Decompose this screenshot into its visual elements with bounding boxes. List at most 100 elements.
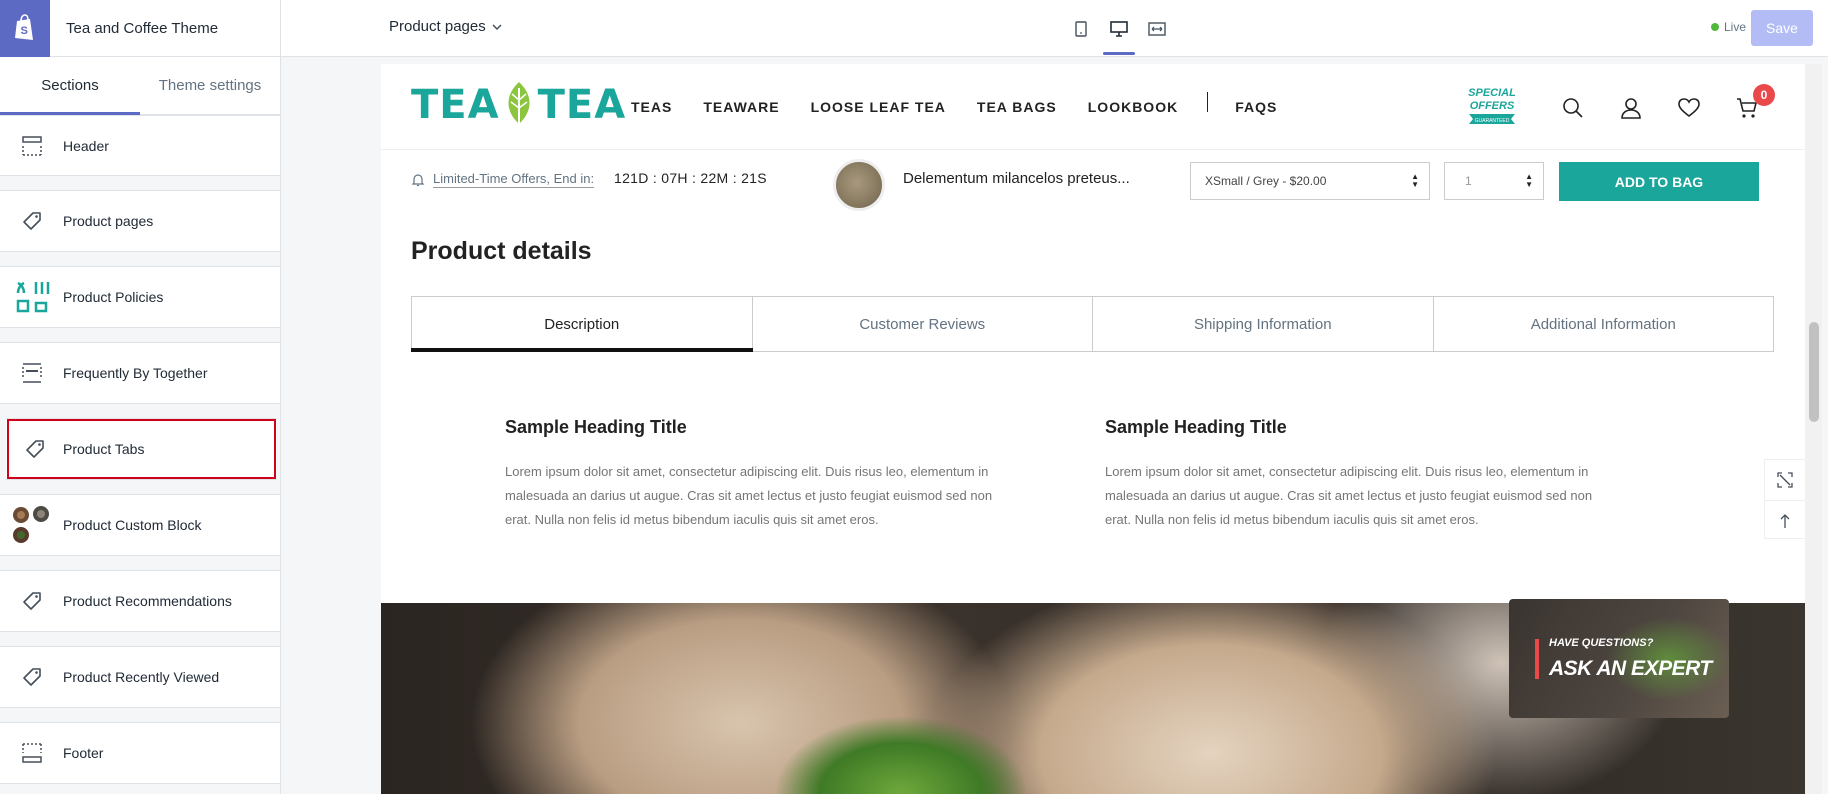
leaf-icon (508, 82, 530, 126)
desktop-view-button[interactable] (1103, 0, 1135, 57)
offer-text: Limited-Time Offers, End in: (433, 171, 595, 188)
product-details-title: Product details (411, 237, 592, 265)
expert-cta: ASK AN EXPERT (1549, 657, 1712, 680)
theme-name: Tea and Coffee Theme (66, 19, 219, 37)
sticky-product-name: Delementum milancelos preteus... (903, 170, 1130, 187)
tab-theme-settings[interactable]: Theme settings (140, 57, 280, 114)
cart-icon[interactable]: 0 (1733, 84, 1775, 122)
accent-bar (1535, 639, 1539, 679)
logo-text-left: TEA (411, 82, 500, 128)
nav-link-teaware[interactable]: TEAWARE (703, 99, 779, 115)
wishlist-heart-icon[interactable] (1675, 94, 1703, 122)
live-label: Live (1724, 20, 1747, 34)
footer-layout-icon (0, 743, 63, 763)
bell-icon (411, 173, 425, 186)
tag-icon (0, 667, 63, 687)
nav-link-loose-leaf-tea[interactable]: LOOSE LEAF TEA (811, 99, 946, 115)
section-item-header[interactable]: Header (0, 115, 280, 176)
editor-topbar: Product pages Live Save (281, 0, 1828, 57)
nav-link-tea-bags[interactable]: TEA BAGS (977, 99, 1057, 115)
preview-scrollbar[interactable] (1805, 64, 1822, 794)
store-preview: TEA TEA TEAS TEAWARE LOOSE LEAF TEA TEA … (381, 64, 1822, 794)
store-logo[interactable]: TEA TEA (411, 80, 626, 130)
page-select-label: Product pages (389, 18, 486, 35)
back-to-top-icon[interactable] (1765, 500, 1805, 540)
section-item-label: Product Policies (63, 289, 164, 305)
header-layout-icon (0, 135, 63, 156)
offer-notice: Limited-Time Offers, End in: (411, 171, 595, 188)
svg-text:S: S (21, 25, 28, 37)
sticky-add-to-cart-bar: Limited-Time Offers, End in: 121D : 07H … (381, 151, 1805, 211)
tab-shipping-information[interactable]: Shipping Information (1093, 297, 1434, 351)
section-item-label: Frequently By Together (63, 365, 208, 381)
save-button[interactable]: Save (1751, 10, 1813, 46)
account-icon[interactable] (1617, 94, 1645, 122)
ask-an-expert-banner[interactable]: HAVE QUESTIONS? ASK AN EXPERT (1509, 599, 1729, 718)
special-offers-badge[interactable]: SPECIAL OFFERS GUARANTEED (1463, 82, 1521, 130)
desktop-icon (1110, 20, 1128, 37)
page-select[interactable]: Product pages (389, 18, 502, 35)
tab-additional-information[interactable]: Additional Information (1434, 297, 1774, 351)
shopify-logo-icon[interactable]: S (0, 0, 50, 57)
product-thumbnail (833, 159, 885, 211)
tab-customer-reviews[interactable]: Customer Reviews (753, 297, 1093, 351)
section-item-product-tabs[interactable]: Product Tabs (6, 418, 277, 480)
floating-tools (1764, 459, 1805, 539)
editor-sidebar: S Tea and Coffee Theme Sections Theme se… (0, 0, 281, 794)
quantity-input[interactable]: 1 ▲ ▼ (1444, 162, 1544, 200)
section-item-label: Footer (63, 745, 104, 761)
nav-divider (1207, 92, 1209, 112)
policies-thumbnail-icon (0, 279, 63, 315)
section-item-label: Product Custom Block (63, 517, 202, 533)
section-item-footer[interactable]: Footer (0, 722, 280, 784)
section-item-label: Product pages (63, 213, 154, 229)
variant-select-value: XSmall / Grey - $20.00 (1205, 174, 1327, 188)
expand-icon[interactable] (1765, 460, 1805, 500)
live-status: Live (1711, 20, 1746, 34)
section-item-product-pages[interactable]: Product pages (0, 190, 280, 252)
section-layout-icon (0, 363, 63, 383)
fullwidth-view-button[interactable] (1141, 0, 1173, 57)
tab-sections[interactable]: Sections (0, 57, 140, 115)
mobile-view-button[interactable] (1065, 0, 1097, 57)
scrollbar-thumb[interactable] (1809, 322, 1819, 422)
section-item-product-recently-viewed[interactable]: Product Recently Viewed (0, 646, 280, 708)
nav-link-teas[interactable]: TEAS (631, 99, 672, 115)
special-offers-line2: OFFERS (1470, 100, 1515, 112)
add-to-bag-button[interactable]: ADD TO BAG (1559, 162, 1759, 201)
store-header: TEA TEA TEAS TEAWARE LOOSE LEAF TEA TEA … (381, 64, 1805, 150)
quantity-value: 1 (1465, 174, 1472, 188)
tag-icon (6, 439, 63, 459)
section-item-frequently-bought[interactable]: Frequently By Together (0, 342, 280, 404)
device-toggle (1065, 0, 1173, 57)
special-offers-ribbon: GUARANTEED (1475, 118, 1510, 124)
tab-description[interactable]: Description (411, 297, 753, 352)
column-body: Lorem ipsum dolor sit amet, consectetur … (505, 464, 993, 527)
section-item-product-custom-block[interactable]: Product Custom Block (0, 494, 280, 556)
tag-icon (0, 211, 63, 231)
cart-count-badge: 0 (1753, 84, 1775, 106)
search-icon[interactable] (1559, 94, 1587, 122)
section-item-label: Product Recommendations (63, 593, 232, 609)
quantity-stepper-icon[interactable]: ▲ ▼ (1525, 173, 1533, 189)
sidebar-header: S Tea and Coffee Theme (0, 0, 280, 57)
section-item-product-recommendations[interactable]: Product Recommendations (0, 570, 280, 632)
mobile-icon (1075, 20, 1087, 37)
header-icons: 0 (1559, 84, 1775, 122)
description-column: Sample Heading Title Lorem ipsum dolor s… (1105, 417, 1605, 532)
variant-select[interactable]: XSmall / Grey - $20.00 ▲ ▼ (1190, 162, 1430, 200)
logo-text-right: TEA (537, 82, 627, 128)
nav-link-faqs[interactable]: FAQS (1235, 99, 1277, 115)
product-details-tabs: Description Customer Reviews Shipping In… (411, 296, 1774, 352)
expert-question: HAVE QUESTIONS? (1549, 637, 1654, 649)
section-item-product-policies[interactable]: Product Policies (0, 266, 280, 328)
section-item-label: Product Recently Viewed (63, 669, 220, 685)
countdown-timer: 121D : 07H : 22M : 21S (614, 170, 767, 186)
sidebar-tabs: Sections Theme settings (0, 57, 280, 115)
select-arrows-icon: ▲ ▼ (1411, 172, 1419, 189)
chevron-down-icon (492, 23, 502, 30)
section-list: Header Product pages Product Policies Fr… (0, 115, 280, 784)
nav-link-lookbook[interactable]: LOOKBOOK (1088, 99, 1178, 115)
column-heading: Sample Heading Title (505, 417, 687, 437)
expand-horizontal-icon (1148, 21, 1166, 36)
